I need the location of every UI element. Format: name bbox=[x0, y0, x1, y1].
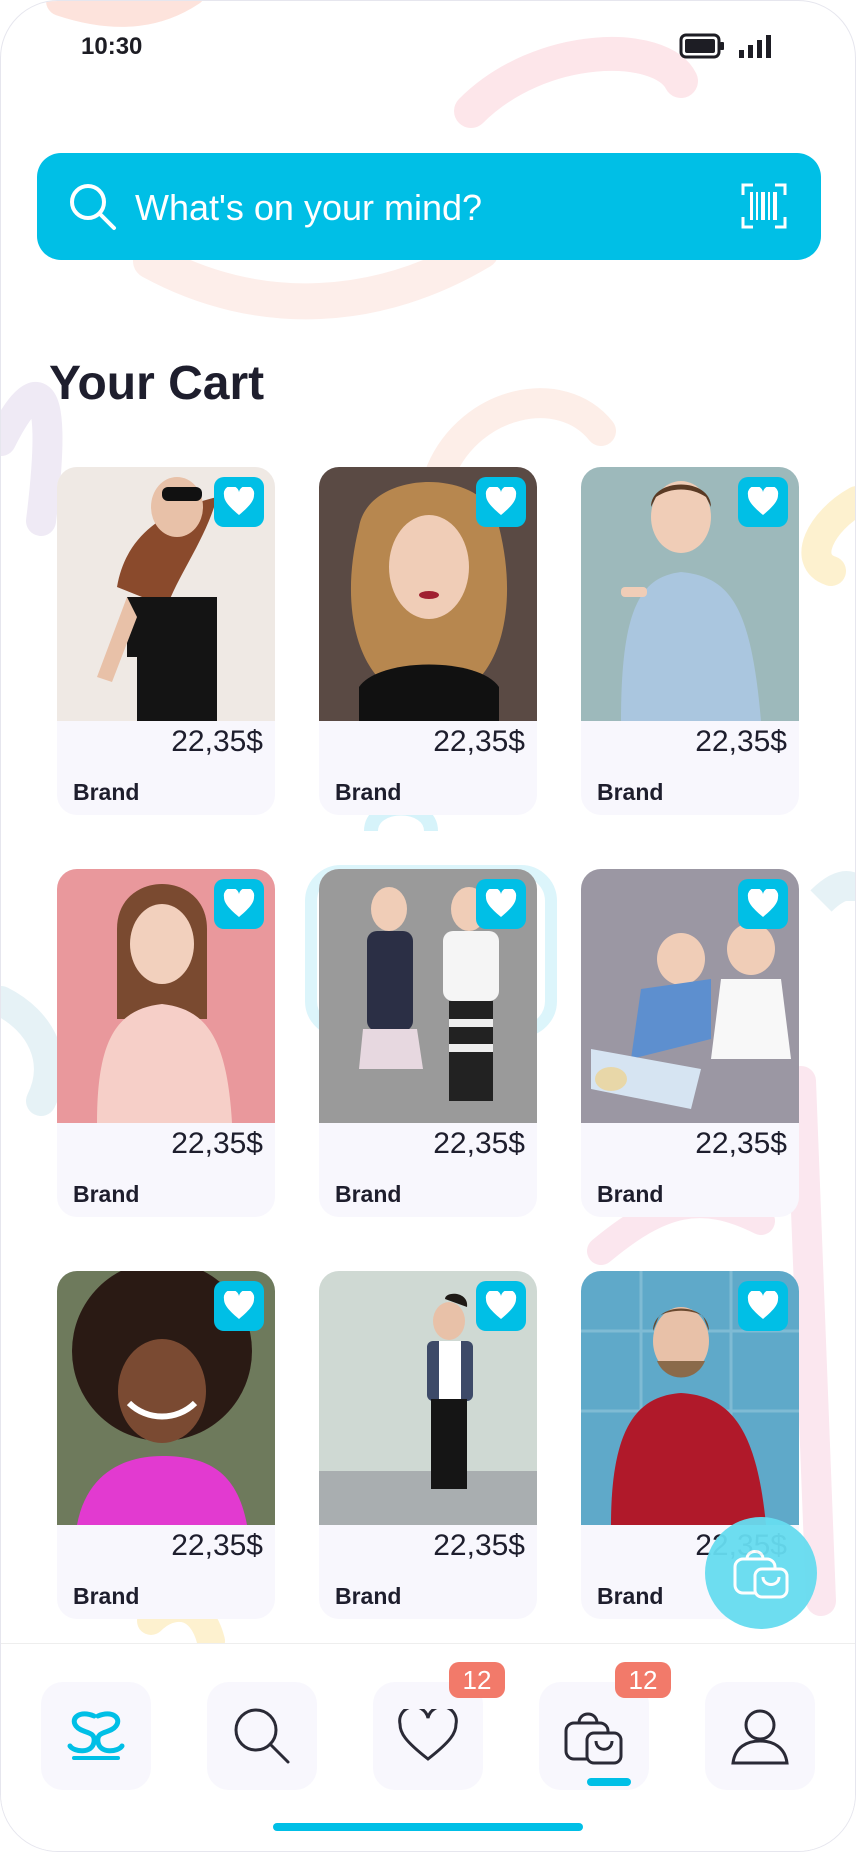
nav-profile[interactable] bbox=[705, 1682, 815, 1790]
favorite-button[interactable] bbox=[476, 879, 526, 929]
favorite-button[interactable] bbox=[476, 1281, 526, 1331]
product-card[interactable]: 22,35$ Brand bbox=[57, 1271, 275, 1619]
signal-icon bbox=[739, 35, 771, 58]
search-icon bbox=[70, 184, 116, 230]
battery-icon bbox=[679, 33, 724, 59]
product-brand: Brand bbox=[597, 779, 664, 805]
nav-favorites[interactable]: 12 bbox=[373, 1662, 505, 1790]
heart-icon bbox=[747, 889, 779, 917]
heart-icon bbox=[485, 889, 517, 917]
home-indicator bbox=[273, 1823, 583, 1831]
floating-cart-button[interactable] bbox=[705, 1517, 817, 1629]
product-brand: Brand bbox=[597, 1181, 664, 1207]
product-price: 22,35$ bbox=[695, 725, 787, 758]
nav-search[interactable] bbox=[207, 1682, 317, 1790]
favorite-button[interactable] bbox=[214, 879, 264, 929]
home-icon bbox=[67, 1711, 125, 1760]
nav-home[interactable] bbox=[41, 1682, 151, 1790]
product-brand: Brand bbox=[335, 1583, 402, 1609]
bag-icon bbox=[733, 1550, 789, 1599]
product-price: 22,35$ bbox=[433, 1529, 525, 1562]
product-brand: Brand bbox=[73, 1181, 140, 1207]
heart-icon bbox=[747, 487, 779, 515]
active-nav-indicator bbox=[587, 1778, 631, 1786]
barcode-scan-icon[interactable] bbox=[741, 183, 787, 229]
heart-icon bbox=[398, 1709, 458, 1761]
product-card[interactable]: 22,35$ Brand bbox=[319, 1271, 537, 1619]
heart-icon bbox=[485, 1291, 517, 1319]
favorite-button[interactable] bbox=[738, 477, 788, 527]
favorites-count-badge: 12 bbox=[449, 1662, 505, 1698]
search-bar[interactable]: What's on your mind? bbox=[37, 153, 821, 260]
heart-icon bbox=[223, 1291, 255, 1319]
product-card[interactable]: 22,35$ Brand bbox=[581, 869, 799, 1217]
status-time: 10:30 bbox=[81, 33, 143, 60]
product-price: 22,35$ bbox=[171, 725, 263, 758]
product-brand: Brand bbox=[597, 1583, 664, 1609]
favorite-button[interactable] bbox=[476, 477, 526, 527]
bag-icon bbox=[564, 1712, 623, 1765]
product-price: 22,35$ bbox=[433, 725, 525, 758]
heart-icon bbox=[223, 487, 255, 515]
favorite-button[interactable] bbox=[738, 879, 788, 929]
product-price: 22,35$ bbox=[171, 1127, 263, 1160]
product-price: 22,35$ bbox=[171, 1529, 263, 1562]
favorite-button[interactable] bbox=[214, 477, 264, 527]
bottom-nav: 12 12 bbox=[1, 1643, 855, 1851]
product-card[interactable]: 22,35$ Brand bbox=[319, 467, 537, 815]
search-input[interactable]: What's on your mind? bbox=[135, 187, 482, 229]
product-brand: Brand bbox=[73, 1583, 140, 1609]
status-icons bbox=[679, 33, 773, 59]
heart-icon bbox=[223, 889, 255, 917]
heart-icon bbox=[485, 487, 517, 515]
cart-count-badge: 12 bbox=[615, 1662, 671, 1698]
product-brand: Brand bbox=[335, 779, 402, 805]
product-price: 22,35$ bbox=[695, 1127, 787, 1160]
product-brand: Brand bbox=[335, 1181, 402, 1207]
product-brand: Brand bbox=[73, 779, 140, 805]
product-card[interactable]: 22,35$ Brand bbox=[581, 467, 799, 815]
phone-screen: 10:30 What's on your mind? Your Cart 22,… bbox=[0, 0, 856, 1852]
nav-cart[interactable]: 12 bbox=[539, 1662, 671, 1790]
product-price: 22,35$ bbox=[433, 1127, 525, 1160]
page-title: Your Cart bbox=[49, 357, 265, 410]
favorite-button[interactable] bbox=[214, 1281, 264, 1331]
search-icon bbox=[234, 1708, 290, 1764]
heart-icon bbox=[747, 1291, 779, 1319]
favorite-button[interactable] bbox=[738, 1281, 788, 1331]
user-icon bbox=[731, 1709, 789, 1765]
product-card[interactable]: 22,35$ Brand bbox=[57, 869, 275, 1217]
product-card[interactable]: 22,35$ Brand bbox=[57, 467, 275, 815]
product-card[interactable]: 22,35$ Brand bbox=[319, 869, 537, 1217]
